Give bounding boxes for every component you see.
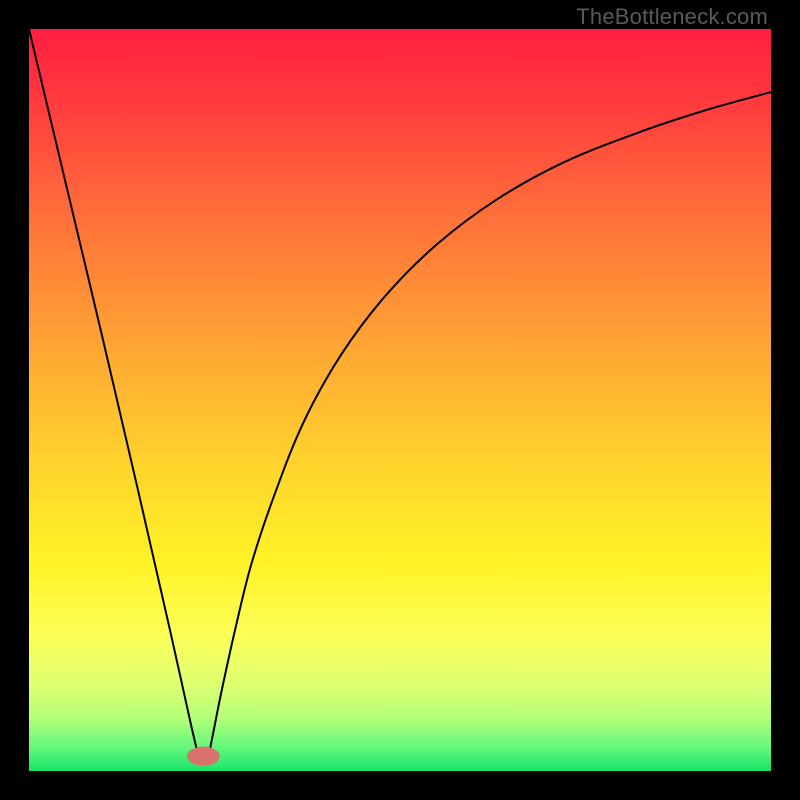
gradient-background	[29, 29, 771, 771]
chart-svg	[29, 29, 771, 771]
watermark-text: TheBottleneck.com	[576, 4, 768, 30]
plot-area	[29, 29, 771, 771]
chart-frame: TheBottleneck.com	[0, 0, 800, 800]
minimum-marker-pill	[187, 747, 220, 766]
